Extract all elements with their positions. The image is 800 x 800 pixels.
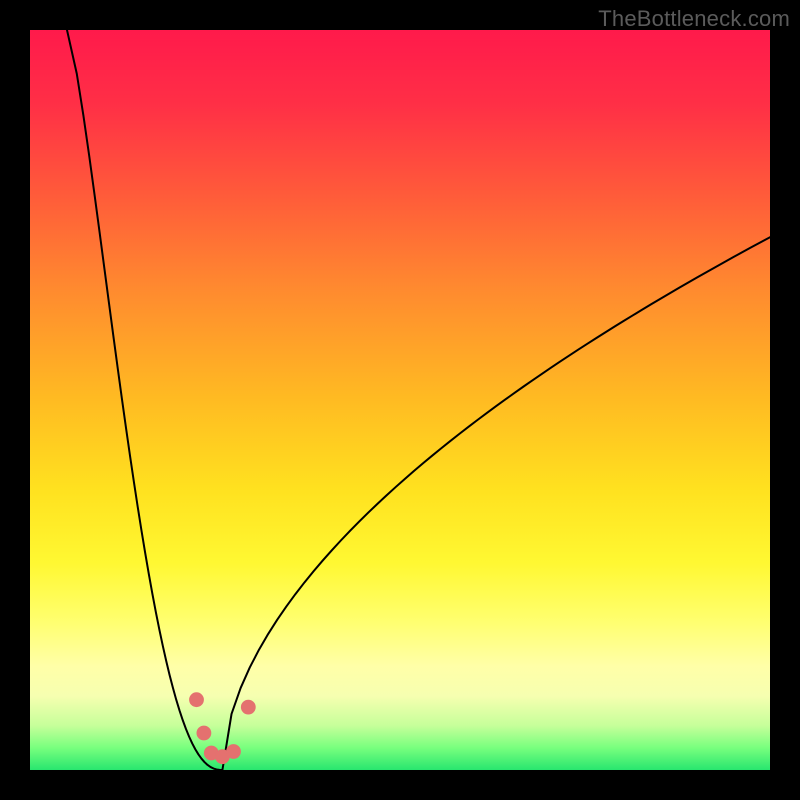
curve-layer <box>30 30 770 770</box>
data-marker <box>197 726 212 741</box>
marker-group <box>189 692 256 764</box>
chart-frame: TheBottleneck.com <box>0 0 800 800</box>
data-marker <box>241 700 256 715</box>
plot-area <box>30 30 770 770</box>
watermark-text: TheBottleneck.com <box>598 6 790 32</box>
bottleneck-curve <box>67 30 770 770</box>
data-marker <box>226 744 241 759</box>
data-marker <box>189 692 204 707</box>
